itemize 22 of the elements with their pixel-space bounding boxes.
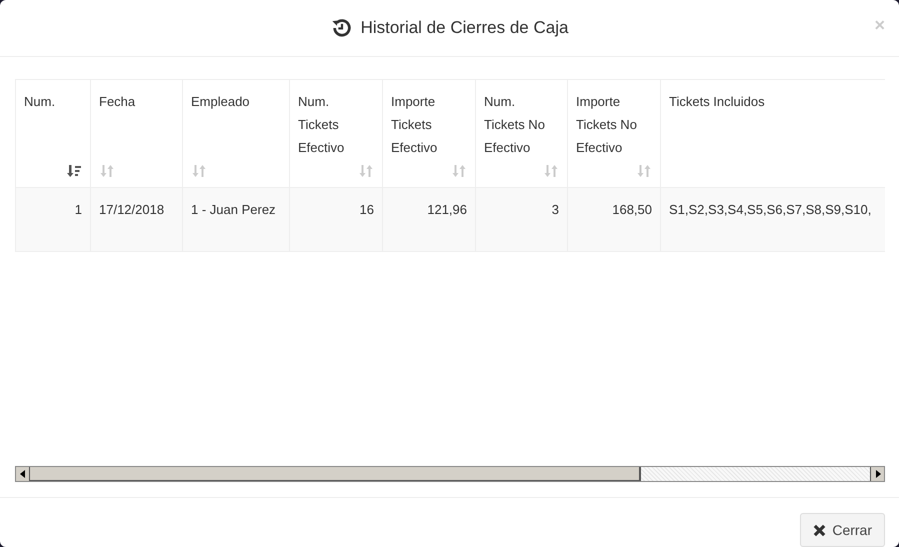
sort-icon[interactable] xyxy=(636,163,652,180)
dialog-title: Historial de Cierres de Caja xyxy=(360,17,568,40)
table-cell: 16 xyxy=(290,188,382,252)
sort-icon[interactable] xyxy=(543,163,559,180)
sort-descending-icon[interactable] xyxy=(66,163,82,180)
table-cell: 168,50 xyxy=(568,188,660,252)
table-cell: 1 - Juan Perez xyxy=(182,188,290,252)
close-button[interactable]: Cerrar xyxy=(800,513,885,547)
sort-icon[interactable] xyxy=(358,163,374,180)
scroll-left-icon[interactable] xyxy=(20,470,26,478)
column-header[interactable]: Num. xyxy=(16,80,90,188)
table-cell: 3 xyxy=(476,188,568,252)
sort-icon[interactable] xyxy=(451,163,467,180)
table-cell: 17/12/2018 xyxy=(90,188,182,252)
sort-icon[interactable] xyxy=(191,163,207,180)
history-icon xyxy=(330,17,353,40)
sort-icon[interactable] xyxy=(99,163,115,180)
table-cell: 121,96 xyxy=(382,188,476,252)
scroll-right-icon[interactable] xyxy=(874,470,880,478)
close-icon xyxy=(813,524,826,536)
horizontal-scrollbar[interactable] xyxy=(15,466,885,482)
table-cell: 1 xyxy=(16,188,90,252)
